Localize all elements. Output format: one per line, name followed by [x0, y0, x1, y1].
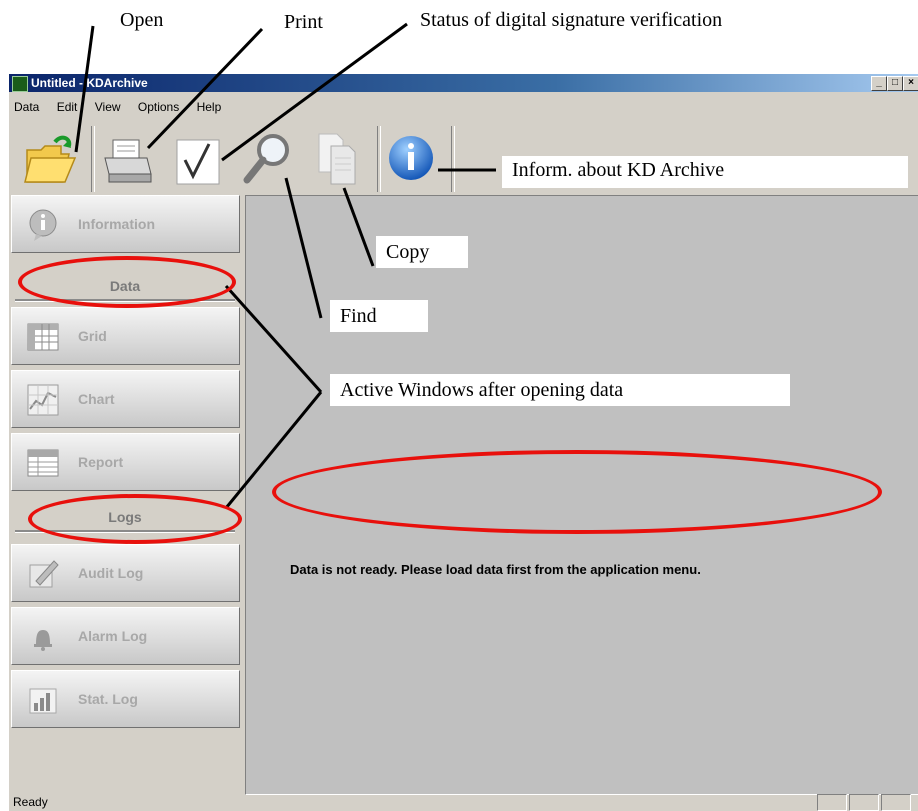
menu-edit[interactable]: Edit [57, 100, 78, 114]
menu-options[interactable]: Options [138, 100, 179, 114]
data-section-highlight [18, 256, 236, 308]
status-panel [817, 794, 847, 811]
information-label: Information [78, 216, 155, 232]
bell-icon [34, 630, 52, 651]
message-highlight [272, 450, 882, 534]
status-panel [849, 794, 879, 811]
chart-icon [27, 384, 59, 416]
maximize-button[interactable]: □ [887, 76, 903, 91]
app-chart-icon [12, 76, 28, 92]
alarm-log-button[interactable]: Alarm Log [11, 607, 240, 665]
chart-button[interactable]: Chart [11, 370, 240, 428]
toolbar-separator [377, 126, 381, 192]
report-icon [27, 449, 59, 477]
open-button[interactable] [21, 130, 77, 188]
menu-bar: Data Edit View Options Help [9, 100, 230, 118]
audit-log-button[interactable]: Audit Log [11, 544, 240, 602]
callout-find: Find [330, 300, 428, 332]
window-title: Untitled - KDArchive [31, 76, 148, 90]
printer-icon [104, 139, 152, 183]
status-text: Ready [13, 795, 48, 809]
chart-label: Chart [78, 391, 115, 407]
toolbar-separator [91, 126, 95, 192]
title-bar[interactable]: Untitled - KDArchive _ □ × [9, 74, 918, 92]
print-button[interactable] [99, 130, 155, 188]
stat-log-label: Stat. Log [78, 691, 138, 707]
alarm-log-label: Alarm Log [78, 628, 148, 644]
callout-copy: Copy [376, 236, 468, 268]
toolbar-separator [451, 126, 455, 192]
bar-chart-icon [29, 688, 57, 714]
callout-info: Inform. about KD Archive [502, 156, 908, 188]
copy-button[interactable] [311, 130, 367, 188]
information-button[interactable]: Information [11, 195, 240, 253]
minimize-button[interactable]: _ [871, 76, 887, 91]
callout-print: Print [284, 10, 323, 34]
stat-log-button[interactable]: Stat. Log [11, 670, 240, 728]
info-icon [389, 136, 433, 180]
verify-signature-button[interactable] [171, 130, 227, 188]
status-panel [881, 794, 911, 811]
status-bar: Ready [9, 794, 918, 811]
menu-data[interactable]: Data [14, 100, 39, 114]
magnifier-icon [243, 134, 289, 184]
callout-signature: Status of digital signature verification [420, 8, 723, 32]
checkmark-icon [176, 139, 220, 185]
report-button[interactable]: Report [11, 433, 240, 491]
close-button[interactable]: × [903, 76, 918, 91]
find-button[interactable] [239, 130, 295, 188]
grid-icon [27, 323, 59, 351]
open-folder-icon [24, 135, 77, 183]
information-icon [29, 209, 57, 241]
callout-active-windows: Active Windows after opening data [330, 374, 790, 406]
callout-open: Open [120, 8, 164, 32]
info-button[interactable] [385, 130, 441, 188]
audit-log-label: Audit Log [78, 565, 144, 581]
menu-view[interactable]: View [95, 100, 121, 114]
copy-pages-icon [318, 133, 356, 185]
grid-button[interactable]: Grid [11, 307, 240, 365]
report-label: Report [78, 454, 124, 470]
grid-label: Grid [78, 328, 107, 344]
data-not-ready-message: Data is not ready. Please load data firs… [290, 562, 701, 577]
pencil-icon [29, 560, 59, 588]
menu-help[interactable]: Help [197, 100, 222, 114]
logs-section-highlight [28, 494, 242, 544]
